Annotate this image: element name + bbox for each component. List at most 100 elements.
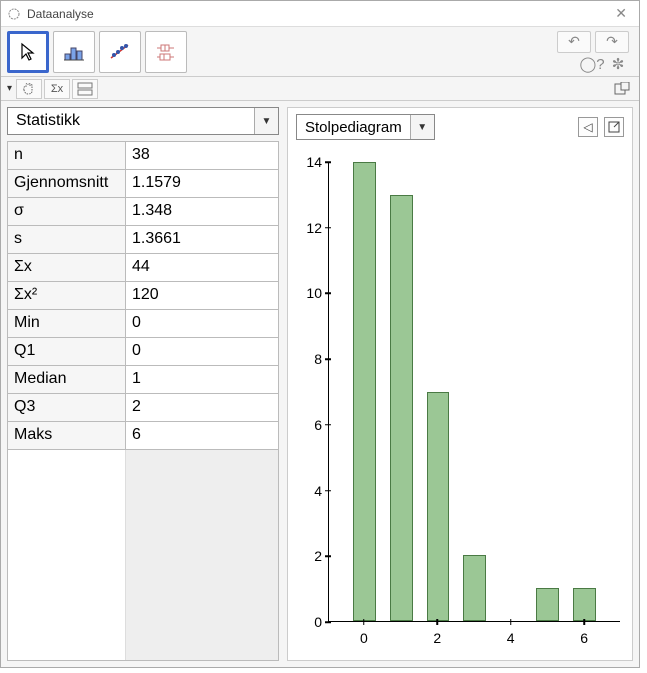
chart-bar	[427, 392, 450, 622]
table-row: σ1.348	[8, 198, 278, 226]
y-tick-mark	[325, 161, 331, 163]
chart-bar	[353, 162, 376, 621]
scatter-tool[interactable]	[99, 31, 141, 73]
x-tick-mark	[363, 619, 365, 625]
chevron-down-icon: ▼	[254, 108, 278, 134]
chart-type-label: Stolpediagram	[297, 119, 410, 136]
redo-button[interactable]: ↷	[595, 31, 629, 53]
prev-chart-icon[interactable]: ◁	[578, 117, 598, 137]
split-view-icon[interactable]	[72, 79, 98, 99]
stat-value: 0	[126, 310, 278, 337]
boxplot-tool[interactable]	[145, 31, 187, 73]
stat-value: 44	[126, 254, 278, 281]
chart-plot	[328, 162, 620, 622]
chart-bar	[573, 588, 596, 621]
app-icon	[7, 7, 21, 21]
stats-dropdown[interactable]: Statistikk ▼	[7, 107, 279, 135]
sub-toolbar: ▾ Σx	[1, 77, 639, 101]
table-row: Median1	[8, 366, 278, 394]
stat-key: Q1	[8, 338, 126, 365]
undo-button[interactable]: ↶	[557, 31, 591, 53]
dataanalysis-window: Dataanalyse ✕	[0, 0, 640, 668]
hand-tool-icon[interactable]	[16, 79, 42, 99]
y-tick-mark	[325, 621, 331, 623]
stat-key: s	[8, 226, 126, 253]
y-tick-label: 0	[298, 614, 328, 630]
stat-value: 1.348	[126, 198, 278, 225]
chevron-down-icon: ▼	[410, 115, 434, 139]
table-row: Σx44	[8, 254, 278, 282]
y-tick-mark	[325, 227, 331, 229]
stat-value: 1.3661	[126, 226, 278, 253]
x-tick-mark	[510, 619, 512, 625]
chart-header: Stolpediagram ▼ ◁	[292, 112, 628, 142]
x-tick-mark	[437, 619, 439, 625]
gear-icon[interactable]: ✼	[607, 55, 629, 73]
stat-key: Q3	[8, 394, 126, 421]
right-tools: ↶ ↷ ◯? ✼	[557, 31, 633, 73]
table-row: Maks6	[8, 422, 278, 450]
table-row: Gjennomsnitt1.1579	[8, 170, 278, 198]
content-panes: Statistikk ▼ n38Gjennomsnitt1.1579σ1.348…	[1, 101, 639, 667]
chart-bar	[390, 195, 413, 621]
stat-value: 120	[126, 282, 278, 309]
chart-bar	[536, 588, 559, 621]
table-row: s1.3661	[8, 226, 278, 254]
dropdown-arrow-icon[interactable]: ▾	[5, 83, 14, 94]
pointer-tool[interactable]	[7, 31, 49, 73]
stat-value: 1	[126, 366, 278, 393]
y-tick-label: 12	[298, 220, 328, 236]
y-tick-label: 8	[298, 351, 328, 367]
stat-key: n	[8, 142, 126, 169]
y-tick-label: 2	[298, 548, 328, 564]
window-title: Dataanalyse	[27, 7, 94, 21]
barchart-tool[interactable]	[53, 31, 95, 73]
titlebar: Dataanalyse ✕	[1, 1, 639, 27]
stat-key: Min	[8, 310, 126, 337]
sigma-x-icon[interactable]: Σx	[44, 79, 70, 99]
stat-value: 2	[126, 394, 278, 421]
stat-key: Maks	[8, 422, 126, 449]
y-tick-mark	[325, 490, 331, 492]
help-icon[interactable]: ◯?	[581, 55, 603, 73]
stats-empty-area	[8, 450, 278, 660]
x-tick-mark	[583, 619, 585, 625]
stat-value: 0	[126, 338, 278, 365]
y-tick-mark	[325, 424, 331, 426]
y-tick-label: 6	[298, 417, 328, 433]
x-tick-label: 6	[580, 630, 588, 646]
x-tick-label: 2	[433, 630, 441, 646]
chart-area: 0 2 4 6 8 10 12 14 0 2 4 6	[292, 142, 628, 656]
stat-value: 6	[126, 422, 278, 449]
y-tick-mark	[325, 293, 331, 295]
y-tick-label: 10	[298, 285, 328, 301]
expand-chart-icon[interactable]	[604, 117, 624, 137]
close-icon[interactable]: ✕	[609, 5, 633, 22]
stat-key: Gjennomsnitt	[8, 170, 126, 197]
stat-key: Σx²	[8, 282, 126, 309]
y-tick-label: 4	[298, 483, 328, 499]
main-toolbar: ↶ ↷ ◯? ✼	[1, 27, 639, 77]
table-row: Q32	[8, 394, 278, 422]
stat-key: Σx	[8, 254, 126, 281]
y-tick-mark	[325, 556, 331, 558]
stat-value: 38	[126, 142, 278, 169]
chart-bar	[463, 555, 486, 621]
y-tick-mark	[325, 358, 331, 360]
stat-key: σ	[8, 198, 126, 225]
x-tick-label: 4	[507, 630, 515, 646]
popout-icon[interactable]	[609, 79, 635, 99]
stat-key: Median	[8, 366, 126, 393]
table-row: Σx²120	[8, 282, 278, 310]
y-tick-label: 14	[298, 154, 328, 170]
stats-dropdown-label: Statistikk	[8, 112, 254, 130]
statistics-pane: Statistikk ▼ n38Gjennomsnitt1.1579σ1.348…	[7, 107, 279, 661]
stats-table: n38Gjennomsnitt1.1579σ1.348s1.3661Σx44Σx…	[7, 141, 279, 661]
chart-pane: Stolpediagram ▼ ◁ 0 2 4 6 8 10 12 14 0 2 4 6	[287, 107, 633, 661]
table-row: Q10	[8, 338, 278, 366]
chart-type-dropdown[interactable]: Stolpediagram ▼	[296, 114, 435, 140]
table-row: Min0	[8, 310, 278, 338]
x-tick-label: 0	[360, 630, 368, 646]
stat-value: 1.1579	[126, 170, 278, 197]
table-row: n38	[8, 142, 278, 170]
